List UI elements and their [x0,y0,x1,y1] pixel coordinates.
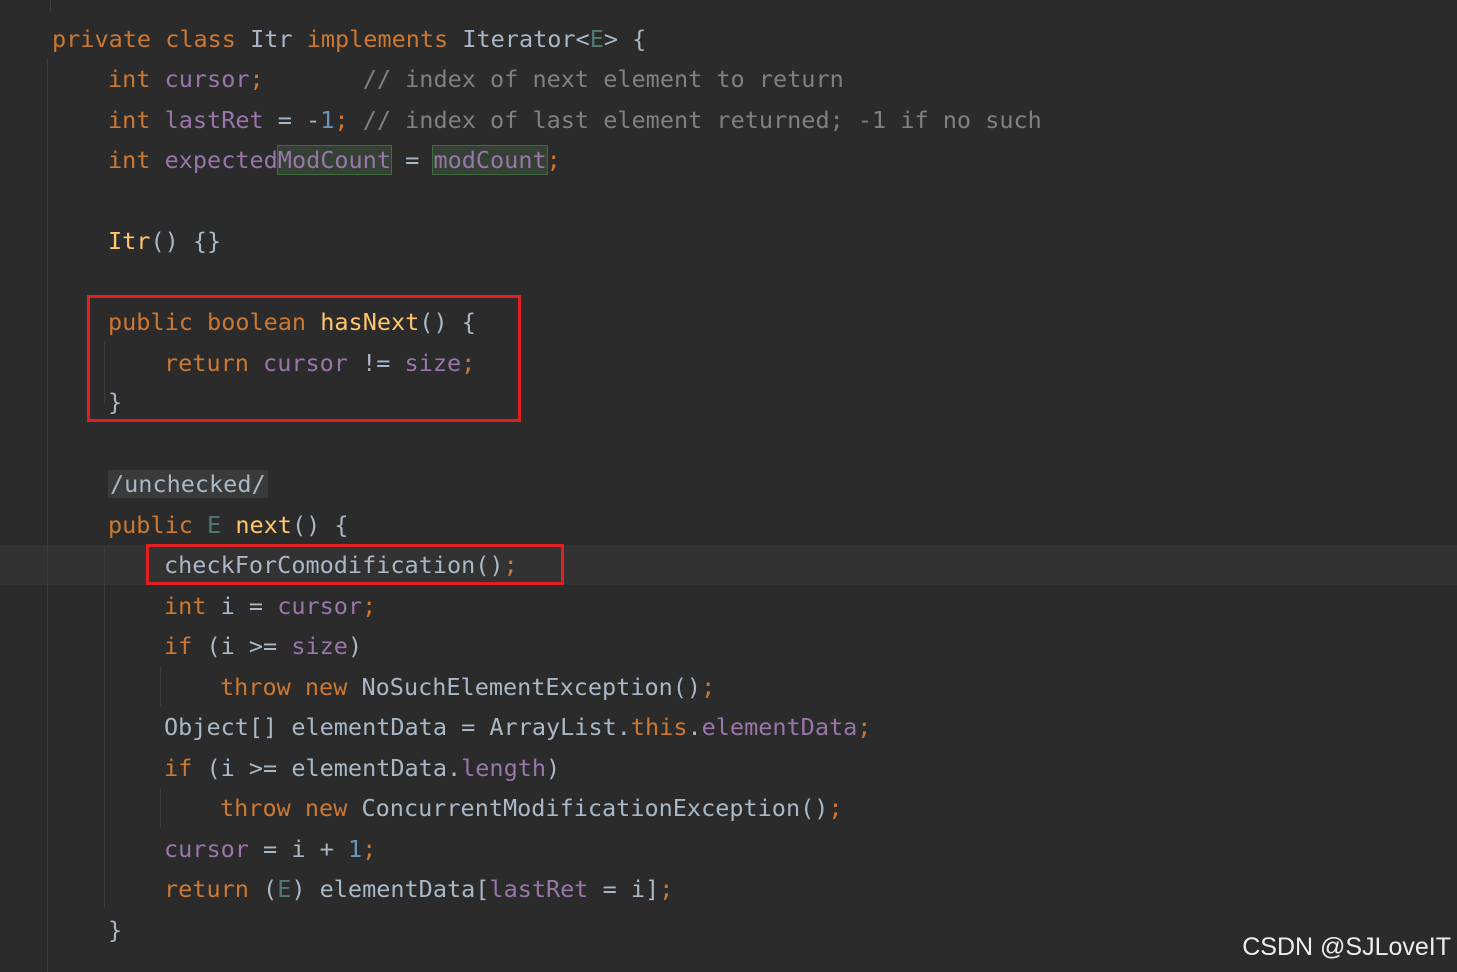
search-match-highlight: modCount [432,145,548,175]
type-param: E [589,25,604,53]
keyword: class [165,25,236,53]
code-text: . [687,713,702,741]
code-line-constructor[interactable]: Itr() {} [108,221,221,261]
keyword: int [108,146,151,174]
number-literal: 1 [320,106,335,134]
semicolon: ; [249,65,264,93]
code-text: NoSuchElementException() [347,673,702,701]
field-name: elementData [701,713,858,741]
operator: = [390,146,434,174]
keyword: int [108,65,151,93]
red-highlight-box-hasnext [87,295,521,422]
code-text: = i] [588,875,660,903]
field-name: expected [164,146,278,174]
comment: // index of last element returned; -1 if… [348,106,1042,134]
keyword: int [164,592,207,620]
keyword: private [52,25,152,53]
semicolon: ; [659,875,674,903]
method-name: next [235,511,292,539]
code-text: (i >= [192,632,292,660]
operator: = - [263,106,321,134]
type-param: E [277,875,292,903]
field-name: cursor [164,65,250,93]
code-line-cursor-increment[interactable]: cursor = i + 1; [164,829,376,869]
field-name: lastRet [164,106,264,134]
code-text: Object[] elementData = ArrayList. [164,713,631,741]
code-text: () { [291,511,349,539]
code-line-throw-nosuchelement[interactable]: throw new NoSuchElementException(); [220,667,715,707]
semicolon: ; [701,673,716,701]
code-text: = i + [248,835,348,863]
field-name: length [461,754,547,782]
keyword: this [630,713,688,741]
code-text: () {} [150,227,222,255]
code-line-throw-concurrentmod[interactable]: throw new ConcurrentModificationExceptio… [220,788,843,828]
semicolon: ; [334,106,349,134]
code-line-elementdata-decl[interactable]: Object[] elementData = ArrayList.this.el… [164,707,871,747]
code-line-class-decl[interactable]: private class Itr implements Iterator<E>… [52,19,646,59]
field-name: cursor [277,592,363,620]
code-text: (i >= elementData. [192,754,462,782]
indent-guide [160,788,161,828]
keyword: new [304,794,348,822]
keyword: throw [220,794,291,822]
keyword: if [164,754,193,782]
semicolon: ; [828,794,843,822]
code-line-next-signature[interactable]: public E next() { [108,505,349,545]
keyword: throw [220,673,291,701]
keyword: public [108,511,193,539]
keyword: return [164,875,249,903]
type-param: E [207,511,222,539]
code-text: ConcurrentModificationException() [347,794,829,822]
indent-guide [50,0,51,12]
brace: } [108,916,123,944]
code-text: ) [347,632,363,660]
code-text: > { [603,25,647,53]
interface-name: Iterator< [462,25,590,53]
code-line-close-brace[interactable]: } [108,910,122,950]
watermark: CSDN @SJLoveIT [1242,933,1451,961]
code-line-int-i[interactable]: int i = cursor; [164,586,376,626]
code-line-annotation[interactable]: /unchecked/ [108,464,268,504]
code-text: ) [546,754,561,782]
constructor-name: Itr [108,227,151,255]
indent-guide [104,546,105,908]
semicolon: ; [857,713,872,741]
code-line-if-size[interactable]: if (i >= size) [164,626,362,666]
semicolon: ; [546,146,561,174]
code-editor[interactable]: private class Itr implements Iterator<E>… [0,0,1457,972]
field-name: size [291,632,348,660]
code-line-return-element[interactable]: return (E) elementData[lastRet = i]; [164,869,673,909]
class-name: Itr [250,25,293,53]
code-line-expectedmodcount-field[interactable]: int expectedModCount = modCount; [108,140,561,180]
keyword: if [164,632,193,660]
code-line-cursor-field[interactable]: int cursor; // index of next element to … [108,59,844,99]
search-match-highlight: ModCount [276,145,392,175]
semicolon: ; [362,592,377,620]
field-name: lastRet [489,875,589,903]
red-highlight-box-checkforcomodification [146,544,564,585]
indent-guide [47,58,48,972]
field-name: cursor [164,835,249,863]
semicolon: ; [362,835,377,863]
code-line-if-length[interactable]: if (i >= elementData.length) [164,748,560,788]
code-text: i = [206,592,278,620]
indent-guide [160,666,161,706]
comment: // index of next element to return [362,65,844,93]
number-literal: 1 [347,835,363,863]
keyword: int [108,106,151,134]
code-text: ) elementData[ [291,875,490,903]
keyword: implements [306,25,449,53]
keyword: new [304,673,348,701]
annotation: /unchecked/ [108,470,268,498]
code-text: ( [248,875,278,903]
code-line-lastret-field[interactable]: int lastRet = -1; // index of last eleme… [108,100,1042,140]
